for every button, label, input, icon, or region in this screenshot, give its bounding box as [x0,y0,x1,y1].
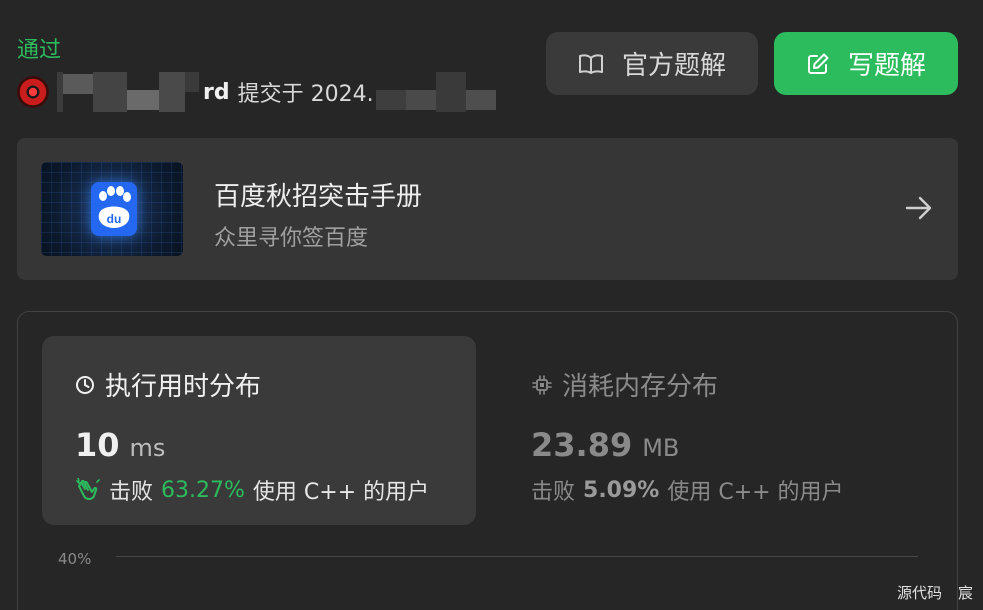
footer-right-label: 宸 [957,584,973,602]
runtime-number: 10 [75,426,120,464]
username[interactable]: rd [203,80,230,105]
memory-heading: 消耗内存分布 [532,366,718,403]
runtime-panel[interactable]: 执行用时分布 10 ms 击败 63.27% 使用 C++ 的用户 [42,336,476,525]
memory-heading-label: 消耗内存分布 [562,372,719,402]
footer-overlay: 源代码 宸 [897,582,973,603]
promo-banner[interactable]: du 百度秋招突击手册 众里寻你签百度 [17,138,958,280]
memory-beat-suffix: 使用 C++ 的用户 [667,480,844,505]
memory-beat-percent: 5.09% [583,477,660,503]
edit-icon [807,53,829,74]
promo-title: 百度秋招突击手册 [214,182,423,212]
arrow-right-icon[interactable] [904,194,934,222]
memory-panel[interactable]: 消耗内存分布 23.89 MB 击败 5.09% 使用 C++ 的用户 [498,336,928,525]
submitted-time: 提交于 2024. [237,82,374,107]
submission-status: 通过 [17,38,62,63]
memory-beat: 击败 5.09% 使用 C++ 的用户 [531,474,844,506]
runtime-beat-percent: 63.27% [161,477,245,503]
memory-beat-label: 击败 [531,480,576,505]
source-code-label[interactable]: 源代码 [897,582,942,603]
baidu-paw-icon: du [91,182,137,236]
clapping-hands-icon [76,478,100,500]
runtime-value: 10 ms [75,426,165,464]
clock-icon [76,375,94,394]
memory-unit: MB [642,434,680,462]
runtime-beat: 击败 63.27% 使用 C++ 的用户 [75,474,429,506]
runtime-beat-label: 击败 [109,480,154,505]
write-solution-button[interactable]: 写题解 [774,32,958,95]
book-open-icon [578,53,603,74]
runtime-unit: ms [129,434,166,462]
runtime-beat-suffix: 使用 C++ 的用户 [252,480,430,505]
runtime-heading: 执行用时分布 [75,366,261,403]
memory-value: 23.89 MB [531,426,679,464]
redacted-date [375,72,496,112]
chart-y-tick: 40% [58,550,92,568]
official-solution-label: 官方题解 [621,51,726,81]
cpu-chip-icon [532,374,552,395]
chart-gridline [116,556,918,557]
write-solution-label: 写题解 [847,51,926,81]
promo-image: du [41,162,183,256]
user-avatar[interactable] [17,76,49,108]
svg-text:du: du [107,212,122,226]
runtime-heading-label: 执行用时分布 [105,372,262,402]
memory-number: 23.89 [531,426,633,464]
redacted-username [57,72,199,112]
promo-subtitle: 众里寻你签百度 [214,226,369,251]
performance-stats-card: 执行用时分布 10 ms 击败 63.27% 使用 C++ 的用户 消耗内存分布 … [17,311,958,610]
submission-info: rd 提交于 2024. [17,72,496,112]
official-solution-button[interactable]: 官方题解 [546,32,758,95]
